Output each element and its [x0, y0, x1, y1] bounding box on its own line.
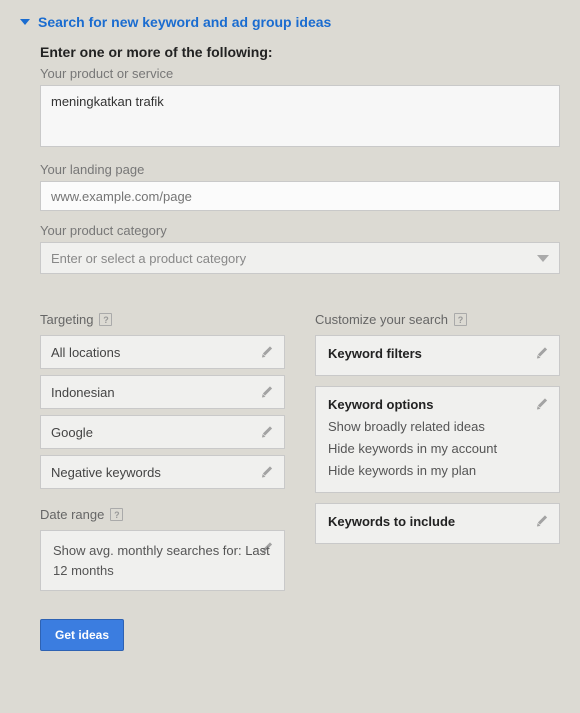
keywords-to-include-card[interactable]: Keywords to include [315, 503, 560, 544]
targeting-locations[interactable]: All locations [40, 335, 285, 369]
product-service-input[interactable] [40, 85, 560, 147]
targeting-row-label: Indonesian [51, 385, 115, 400]
customize-heading: Customize your search [315, 312, 448, 327]
help-icon[interactable]: ? [110, 508, 123, 521]
keyword-filters-card[interactable]: Keyword filters [315, 335, 560, 376]
targeting-negative-keywords[interactable]: Negative keywords [40, 455, 285, 489]
targeting-row-label: Negative keywords [51, 465, 161, 480]
disclosure-triangle-icon [20, 19, 30, 25]
pencil-icon [260, 385, 274, 399]
product-category-select[interactable]: Enter or select a product category [40, 242, 560, 274]
landing-page-label: Your landing page [40, 162, 560, 177]
targeting-heading: Targeting [40, 312, 93, 327]
pencil-icon [260, 465, 274, 479]
keyword-filters-title: Keyword filters [328, 346, 547, 361]
pencil-icon [535, 346, 549, 360]
chevron-down-icon [537, 255, 549, 262]
right-column: Customize your search ? Keyword filters … [315, 312, 560, 651]
product-label: Your product or service [40, 66, 560, 81]
keyword-options-line: Show broadly related ideas [328, 416, 547, 438]
targeting-network[interactable]: Google [40, 415, 285, 449]
date-range-text: Show avg. monthly searches for: Last 12 … [53, 543, 270, 578]
targeting-language[interactable]: Indonesian [40, 375, 285, 409]
date-range-box[interactable]: Show avg. monthly searches for: Last 12 … [40, 530, 285, 591]
pencil-icon [260, 541, 274, 555]
product-category-label: Your product category [40, 223, 560, 238]
panel-title: Search for new keyword and ad group idea… [38, 14, 331, 30]
panel-content: Enter one or more of the following: Your… [20, 44, 560, 651]
targeting-row-label: All locations [51, 345, 120, 360]
landing-page-input[interactable] [40, 181, 560, 211]
targeting-row-label: Google [51, 425, 93, 440]
help-icon[interactable]: ? [454, 313, 467, 326]
keyword-options-line: Hide keywords in my plan [328, 460, 547, 482]
pencil-icon [260, 425, 274, 439]
keyword-planner-panel: Search for new keyword and ad group idea… [0, 0, 580, 671]
intro-heading: Enter one or more of the following: [40, 44, 560, 60]
product-category-placeholder: Enter or select a product category [51, 251, 246, 266]
disclosure-header[interactable]: Search for new keyword and ad group idea… [20, 14, 560, 30]
pencil-icon [535, 514, 549, 528]
keywords-to-include-title: Keywords to include [328, 514, 547, 529]
left-column: Targeting ? All locations Indonesian Goo… [40, 312, 285, 651]
date-range-heading: Date range [40, 507, 104, 522]
pencil-icon [260, 345, 274, 359]
pencil-icon [535, 397, 549, 411]
keyword-options-line: Hide keywords in my account [328, 438, 547, 460]
keyword-options-card[interactable]: Keyword options Show broadly related ide… [315, 386, 560, 493]
get-ideas-button[interactable]: Get ideas [40, 619, 124, 651]
keyword-options-title: Keyword options [328, 397, 547, 412]
help-icon[interactable]: ? [99, 313, 112, 326]
